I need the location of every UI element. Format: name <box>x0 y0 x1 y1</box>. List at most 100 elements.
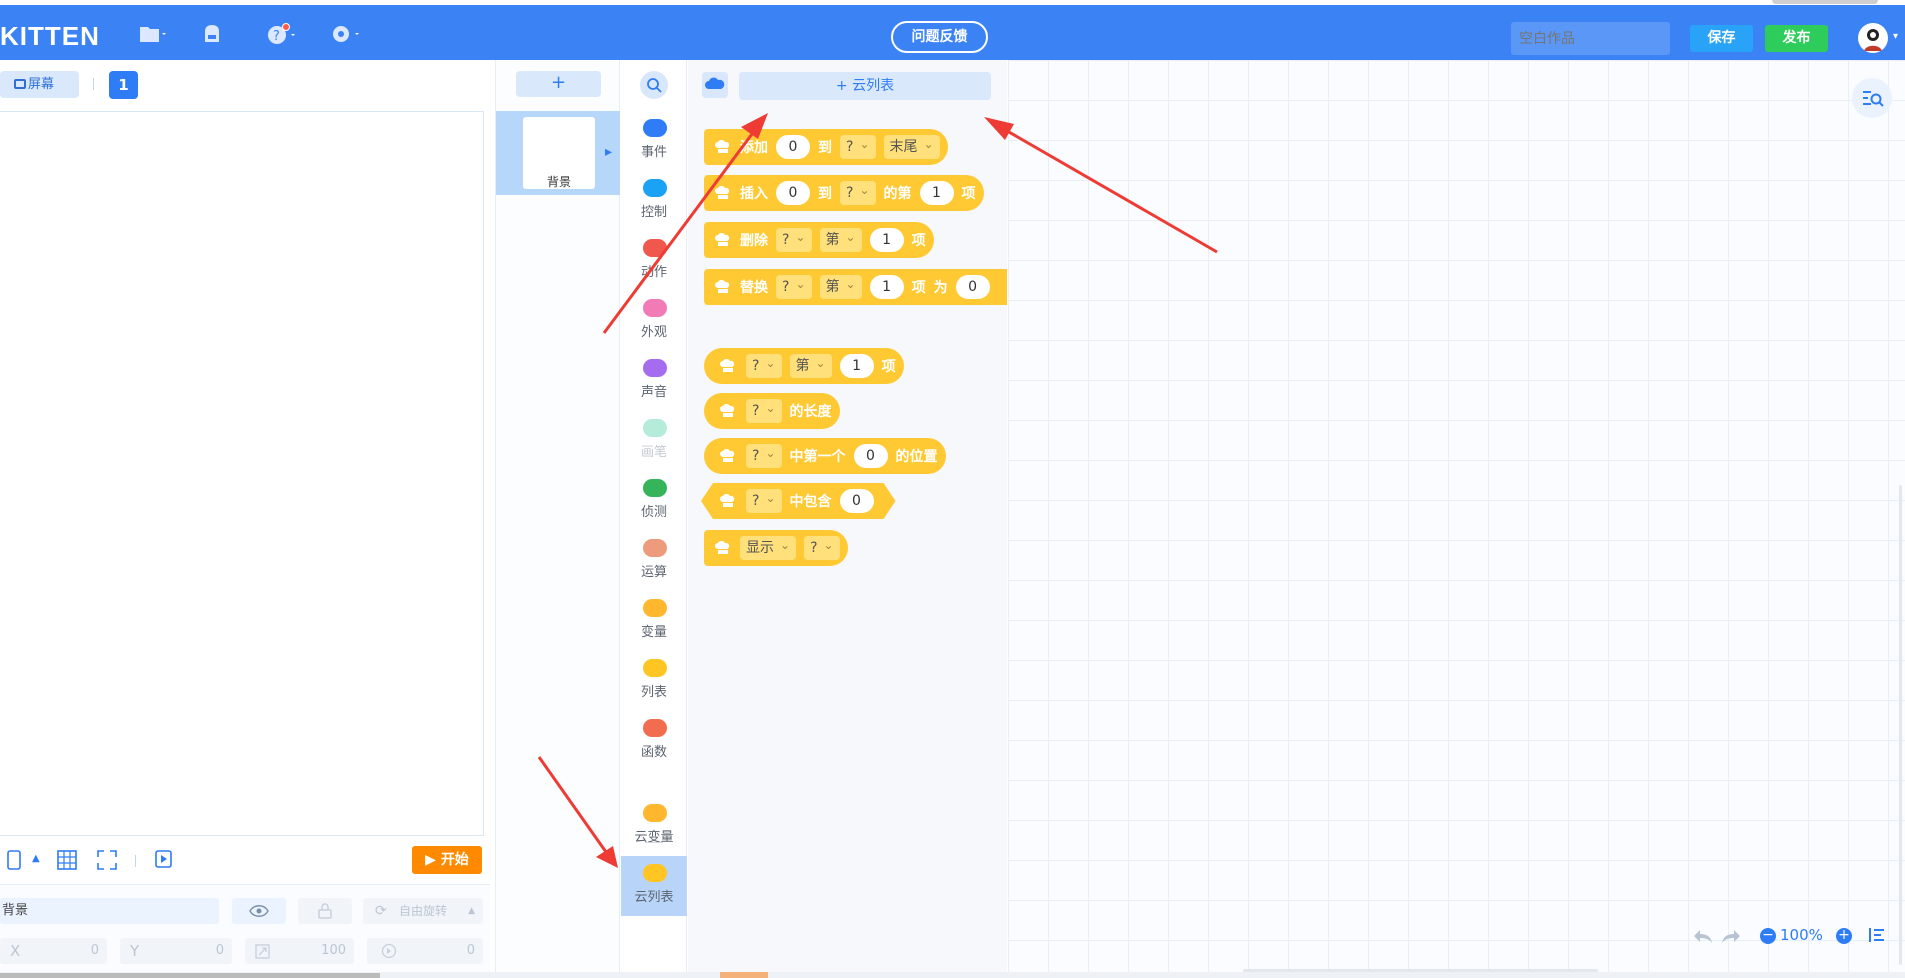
user-avatar[interactable] <box>1858 23 1888 53</box>
number-input[interactable]: 1 <box>839 354 874 378</box>
zoom-in-button[interactable]: + <box>1836 928 1852 944</box>
add-sprite-button[interactable]: + <box>516 71 601 97</box>
position-dropdown[interactable]: 末尾 <box>883 135 940 159</box>
block-list-contains[interactable]: ? 中包含 0 <box>701 483 896 519</box>
category-item[interactable]: 云列表 <box>621 856 687 916</box>
bottom-indicator <box>720 972 768 978</box>
show-hide-dropdown[interactable]: 显示 <box>740 536 797 560</box>
lock-toggle[interactable] <box>298 898 352 924</box>
block-replace-in-list[interactable]: 替换 ? 第 1 项 为 0 <box>704 269 1007 305</box>
stage-controls: ▲ ▶ 开始 <box>0 843 490 879</box>
category-item[interactable]: 外观 <box>621 299 687 357</box>
category-label: 云列表 <box>634 890 674 905</box>
index-dropdown[interactable]: 第 <box>819 228 862 252</box>
size-field[interactable]: 100 <box>245 938 354 964</box>
category-item[interactable]: 云变量 <box>621 804 687 862</box>
screen-icon <box>14 79 26 89</box>
chevron-down-icon[interactable]: ▾ <box>1893 31 1898 42</box>
fullscreen-icon[interactable] <box>96 849 118 871</box>
number-input[interactable]: 0 <box>840 489 874 513</box>
redo-button[interactable] <box>1720 926 1742 946</box>
list-dropdown[interactable]: ? <box>746 489 782 513</box>
x-field[interactable]: X0 <box>0 938 107 964</box>
number-input[interactable]: 0 <box>955 275 990 299</box>
category-label: 控制 <box>640 205 667 220</box>
category-item[interactable]: 函数 <box>621 719 687 777</box>
align-blocks-button[interactable] <box>1868 926 1886 944</box>
screen-button[interactable]: 屏幕 <box>0 71 79 98</box>
rotation-mode-select[interactable]: ⟳ 自由旋转 ▲ <box>363 898 483 924</box>
category-item[interactable]: 侦测 <box>621 479 687 537</box>
block-list-length[interactable]: ? 的长度 <box>704 393 840 429</box>
block-insert-into-list[interactable]: 插入 0 到 ? 的第 1 项 <box>704 175 984 211</box>
block-delete-from-list[interactable]: 删除 ? 第 1 项 <box>704 222 934 258</box>
category-item[interactable]: 变量 <box>621 599 687 657</box>
code-workspace[interactable]: − 100% + <box>1008 60 1905 978</box>
number-input[interactable]: 0 <box>853 444 888 468</box>
number-input[interactable]: 0 <box>776 181 810 205</box>
direction-field[interactable]: 0 <box>367 938 483 964</box>
category-item[interactable]: 画笔 <box>621 419 687 477</box>
backpack-button[interactable] <box>201 22 223 46</box>
block-list-index-of[interactable]: ? 中第一个 0 的位置 <box>704 438 946 474</box>
list-dropdown[interactable]: ? <box>776 275 812 299</box>
category-icon <box>643 539 667 557</box>
list-dropdown[interactable]: ? <box>746 354 782 378</box>
category-item[interactable]: 列表 <box>621 659 687 717</box>
block-show-list[interactable]: 显示 ? <box>704 530 848 566</box>
project-title-input[interactable] <box>1511 22 1670 55</box>
play-preview-icon[interactable] <box>153 849 175 871</box>
device-icon[interactable] <box>4 849 26 871</box>
help-menu-button[interactable]: ? <box>266 22 296 46</box>
workspace-search-button[interactable] <box>1852 78 1892 118</box>
category-item[interactable]: 控制 <box>621 179 687 237</box>
vertical-scrollbar[interactable] <box>1899 485 1902 965</box>
save-button[interactable]: 保存 <box>1690 25 1753 52</box>
category-icon <box>643 719 667 737</box>
add-cloud-list-button[interactable]: + 云列表 <box>739 72 991 100</box>
list-dropdown[interactable]: ? <box>840 135 876 159</box>
number-input[interactable]: 1 <box>919 181 954 205</box>
cloud-settings-button[interactable] <box>702 72 728 98</box>
block-list-item[interactable]: ? 第 1 项 <box>704 348 904 384</box>
number-input[interactable]: 1 <box>869 275 904 299</box>
list-dropdown[interactable]: ? <box>840 181 876 205</box>
cloud-list-icon <box>715 186 730 199</box>
zoom-out-button[interactable]: − <box>1760 928 1776 944</box>
stage-canvas[interactable] <box>0 111 484 836</box>
undo-button[interactable] <box>1692 926 1714 946</box>
list-dropdown[interactable]: ? <box>746 444 782 468</box>
category-item[interactable]: 动作 <box>621 239 687 297</box>
number-input[interactable]: 0 <box>776 135 810 159</box>
index-dropdown[interactable]: 第 <box>789 354 832 378</box>
category-icon <box>643 419 667 437</box>
feedback-button[interactable]: 问题反馈 <box>891 21 988 53</box>
category-label: 外观 <box>640 325 667 340</box>
grid-icon[interactable] <box>56 849 78 871</box>
bottom-scroll-thumb[interactable] <box>0 973 380 978</box>
background-sprite-card[interactable]: 背景 ▸ <box>496 111 620 195</box>
category-item[interactable]: 声音 <box>621 359 687 417</box>
settings-menu-button[interactable] <box>330 22 360 46</box>
screen-number-badge[interactable]: 1 <box>109 71 138 99</box>
chevron-up-icon[interactable]: ▲ <box>32 853 40 864</box>
cloud-list-icon <box>715 541 730 554</box>
y-field[interactable]: Y0 <box>120 938 232 964</box>
file-menu-button[interactable] <box>138 22 166 46</box>
cloud-list-icon <box>720 359 735 372</box>
sprite-name-field[interactable]: 背景 <box>0 898 219 924</box>
category-item[interactable]: 运算 <box>621 539 687 597</box>
chevron-right-icon[interactable]: ▸ <box>605 144 612 160</box>
publish-button[interactable]: 发布 <box>1765 25 1828 52</box>
index-dropdown[interactable]: 第 <box>819 275 862 299</box>
number-input[interactable]: 1 <box>869 228 904 252</box>
list-dropdown[interactable]: ? <box>804 536 840 560</box>
list-dropdown[interactable]: ? <box>776 228 812 252</box>
block-add-to-list[interactable]: 添加 0 到 ? 末尾 <box>704 129 948 165</box>
divider <box>93 78 94 90</box>
category-item[interactable]: 事件 <box>621 119 687 177</box>
start-button[interactable]: ▶ 开始 <box>412 846 482 874</box>
visibility-toggle[interactable] <box>232 898 286 924</box>
list-dropdown[interactable]: ? <box>746 399 782 423</box>
search-button[interactable] <box>640 71 668 99</box>
